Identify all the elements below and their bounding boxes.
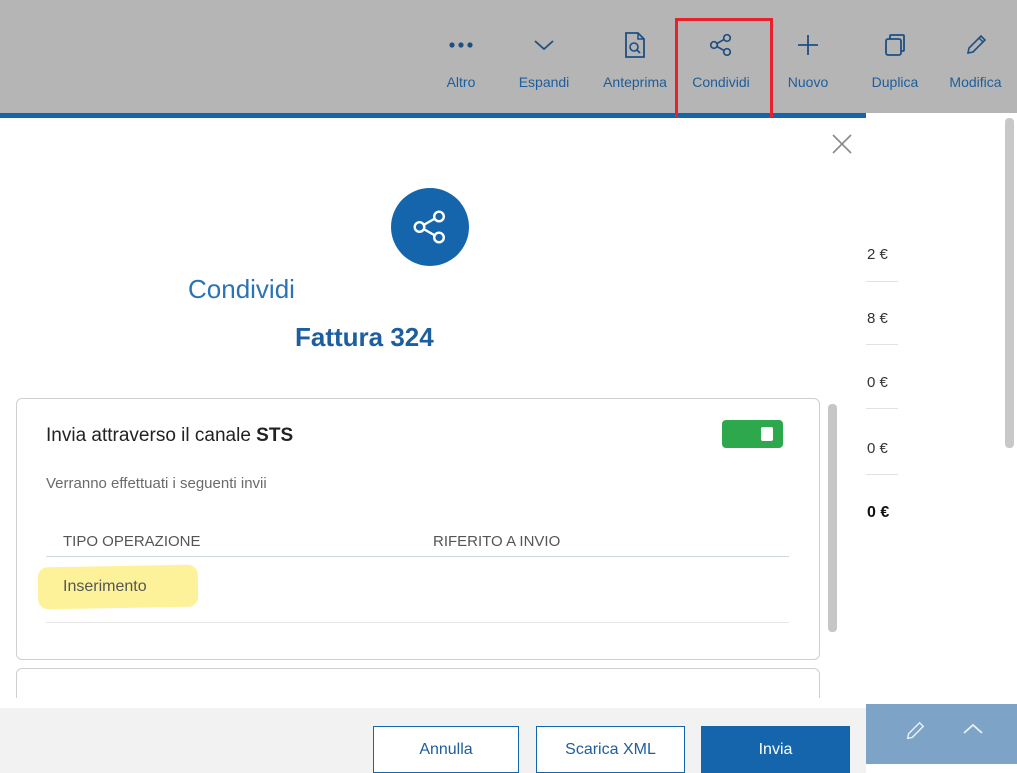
channel-heading: Invia attraverso il canale STS bbox=[46, 425, 293, 447]
background-separator bbox=[866, 344, 898, 345]
toolbar-new-button[interactable]: Nuovo bbox=[779, 28, 837, 100]
table-cell-tipo-operazione: Inserimento bbox=[63, 578, 147, 595]
background-separator bbox=[866, 408, 898, 409]
table-header-divider bbox=[46, 556, 789, 557]
modal-title: Condividi bbox=[188, 274, 295, 304]
duplicate-icon bbox=[883, 28, 907, 62]
toolbar-edit-button[interactable]: Modifica bbox=[934, 28, 1017, 100]
download-xml-button[interactable]: Scarica XML bbox=[536, 726, 685, 773]
toolbar-duplicate-button[interactable]: Duplica bbox=[862, 28, 928, 100]
background-value: 8 € bbox=[867, 310, 888, 327]
toolbar-more-button[interactable]: Altro bbox=[441, 28, 481, 100]
toggle-knob bbox=[761, 427, 773, 441]
toolbar-share-label: Condividi bbox=[692, 74, 750, 90]
page-scrollbar[interactable] bbox=[1005, 118, 1014, 448]
chevron-up-icon[interactable] bbox=[962, 722, 984, 741]
more-dots-icon bbox=[448, 28, 474, 62]
document-title: Fattura 324 bbox=[295, 322, 434, 352]
background-value: 0 € bbox=[867, 374, 888, 391]
background-value: 2 € bbox=[867, 246, 888, 263]
chevron-down-icon bbox=[533, 28, 555, 62]
toolbar-preview-button[interactable]: Anteprima bbox=[590, 28, 680, 100]
close-icon bbox=[832, 134, 852, 154]
pencil-icon bbox=[964, 28, 988, 62]
preview-icon bbox=[624, 28, 646, 62]
toolbar-more-label: Altro bbox=[446, 74, 476, 90]
toolbar-expand-button[interactable]: Espandi bbox=[511, 28, 577, 100]
cancel-button[interactable]: Annulla bbox=[373, 726, 519, 773]
share-icon bbox=[413, 210, 446, 244]
background-separator bbox=[866, 281, 898, 282]
background-value: 0 € bbox=[867, 440, 888, 457]
column-header-riferito-a-invio: RIFERITO A INVIO bbox=[433, 533, 561, 550]
modal-scrollbar[interactable] bbox=[828, 404, 837, 632]
sts-channel-toggle[interactable] bbox=[722, 420, 783, 448]
share-badge bbox=[391, 188, 469, 266]
toolbar-duplicate-label: Duplica bbox=[871, 74, 919, 90]
share-icon bbox=[709, 28, 733, 62]
plus-icon bbox=[796, 28, 820, 62]
channel-description: Verranno effettuati i seguenti invii bbox=[46, 475, 267, 492]
send-button[interactable]: Invia bbox=[701, 726, 850, 773]
background-total-value: 0 € bbox=[867, 504, 890, 521]
channel-heading-prefix: Invia attraverso il canale bbox=[46, 425, 257, 446]
toolbar-share-button[interactable]: Condividi bbox=[683, 28, 759, 100]
next-channel-card bbox=[16, 668, 820, 698]
toolbar-edit-label: Modifica bbox=[949, 74, 1002, 90]
channel-name: STS bbox=[256, 425, 294, 446]
toolbar-expand-label: Espandi bbox=[518, 74, 570, 90]
background-separator bbox=[866, 474, 898, 475]
column-header-tipo-operazione: TIPO OPERAZIONE bbox=[63, 533, 201, 550]
table-row-divider bbox=[46, 622, 789, 623]
close-button[interactable] bbox=[830, 132, 854, 156]
pencil-icon[interactable] bbox=[904, 720, 926, 747]
toolbar-preview-label: Anteprima bbox=[603, 74, 667, 90]
background-action-bar bbox=[866, 704, 1017, 764]
background-page bbox=[866, 113, 1017, 773]
toolbar-new-label: Nuovo bbox=[787, 74, 829, 90]
